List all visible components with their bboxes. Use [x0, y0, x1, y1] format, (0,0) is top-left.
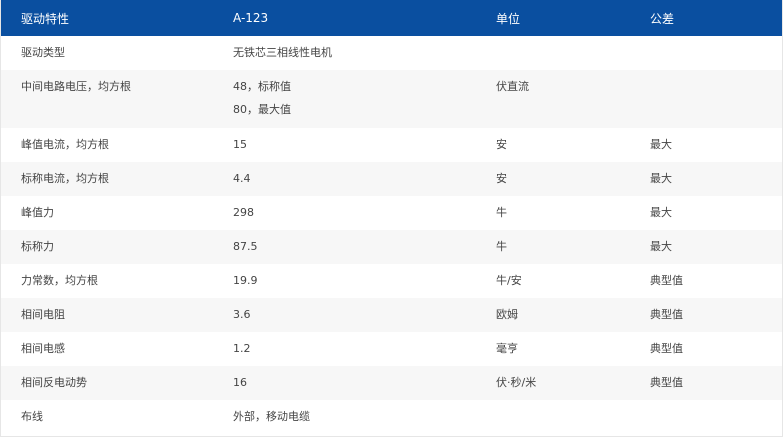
table-row: 峰值电流，均方根 15 安 最大 [1, 128, 782, 162]
row-tolerance: 典型值 [650, 376, 683, 389]
row-unit: 欧姆 [496, 308, 518, 321]
row-unit: 牛 [496, 206, 507, 219]
table-row: 布线 外部，移动电缆 [1, 400, 782, 434]
table-row: 相间电阻 3.6 欧姆 典型值 [1, 298, 782, 332]
row-value-cell: 48，标称值 80，最大值 [213, 70, 476, 128]
row-tolerance [630, 36, 782, 70]
row-unit: 安 [496, 138, 507, 151]
row-value: 3.6 [233, 308, 251, 321]
row-tolerance: 最大 [650, 138, 672, 151]
row-unit: 伏直流 [496, 80, 529, 93]
table-header-row: 驱动特性 A-123 单位 公差 [1, 0, 782, 36]
row-tolerance: 最大 [650, 172, 672, 185]
table-row: 力常数，均方根 19.9 牛/安 典型值 [1, 264, 782, 298]
row-tolerance [630, 70, 782, 128]
row-value: 48，标称值 [233, 80, 291, 93]
row-value: 87.5 [233, 240, 258, 253]
row-unit: 安 [496, 172, 507, 185]
row-label: 标称力 [21, 240, 54, 253]
row-value: 4.4 [233, 172, 251, 185]
row-tolerance: 最大 [650, 206, 672, 219]
row-value: 16 [233, 376, 247, 389]
spec-table-container: 驱动特性 A-123 单位 公差 驱动类型 无铁芯三相线性电机 中间电路电压，均… [0, 0, 783, 437]
row-unit: 牛 [496, 240, 507, 253]
row-tolerance [630, 400, 782, 434]
table-row: 峰值力 298 牛 最大 [1, 196, 782, 230]
row-unit: 牛/安 [496, 274, 522, 287]
row-value: 15 [233, 138, 247, 151]
table-row: 相间电感 1.2 毫亨 典型值 [1, 332, 782, 366]
row-label: 相间反电动势 [21, 376, 87, 389]
row-unit: 伏·秒/米 [496, 376, 537, 389]
header-unit: 单位 [496, 11, 521, 26]
drive-spec-table: 驱动特性 A-123 单位 公差 驱动类型 无铁芯三相线性电机 中间电路电压，均… [1, 0, 782, 434]
table-row: 相间反电动势 16 伏·秒/米 典型值 [1, 366, 782, 400]
table-row: 标称力 87.5 牛 最大 [1, 230, 782, 264]
row-label: 峰值电流，均方根 [21, 138, 109, 151]
row-tolerance: 典型值 [650, 274, 683, 287]
header-tolerance: 公差 [650, 11, 675, 26]
row-value: 298 [233, 206, 254, 219]
row-value: 19.9 [233, 274, 258, 287]
row-unit [476, 400, 630, 434]
header-drive-characteristics: 驱动特性 [21, 11, 70, 26]
row-value: 1.2 [233, 342, 251, 355]
row-label: 峰值力 [21, 206, 54, 219]
table-row: 标称电流，均方根 4.4 安 最大 [1, 162, 782, 196]
row-label: 布线 [21, 410, 43, 423]
header-model: A-123 [233, 11, 269, 25]
row-value: 外部，移动电缆 [233, 410, 310, 423]
table-row: 驱动类型 无铁芯三相线性电机 [1, 36, 782, 70]
row-tolerance: 典型值 [650, 308, 683, 321]
row-label: 驱动类型 [21, 46, 65, 59]
row-label: 标称电流，均方根 [21, 172, 109, 185]
row-value-secondary: 80，最大值 [233, 103, 291, 116]
row-unit [476, 36, 630, 70]
row-value: 无铁芯三相线性电机 [233, 46, 332, 59]
row-tolerance: 最大 [650, 240, 672, 253]
row-label: 力常数，均方根 [21, 274, 98, 287]
row-unit: 毫亨 [496, 342, 518, 355]
table-row: 中间电路电压，均方根 48，标称值 80，最大值 伏直流 [1, 70, 782, 128]
row-label: 相间电感 [21, 342, 65, 355]
row-tolerance: 典型值 [650, 342, 683, 355]
row-label: 相间电阻 [21, 308, 65, 321]
row-label: 中间电路电压，均方根 [21, 80, 131, 93]
